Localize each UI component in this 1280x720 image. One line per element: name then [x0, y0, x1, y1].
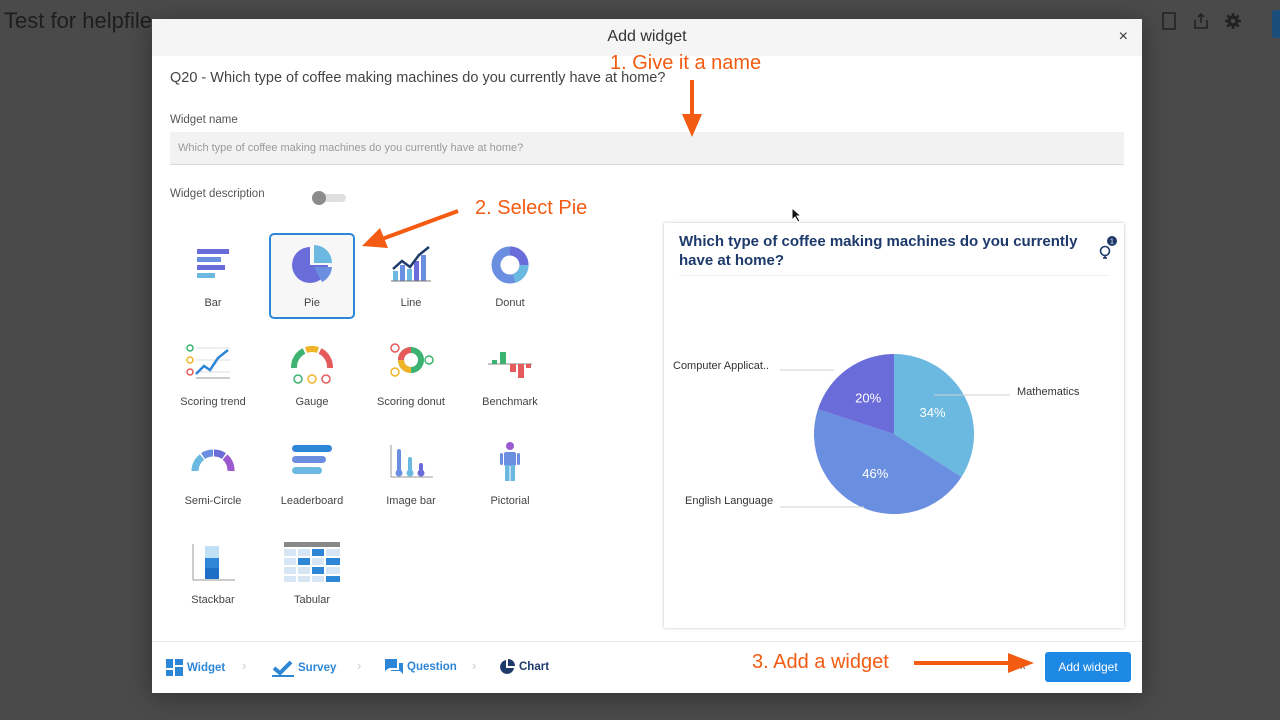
- widget-type-image-bar[interactable]: Image bar: [368, 431, 454, 517]
- chevron-right-icon: ›: [472, 658, 477, 673]
- widget-icon: [166, 659, 183, 676]
- close-icon[interactable]: ×: [1119, 28, 1128, 46]
- back-link[interactable]: k: [1020, 660, 1026, 672]
- widget-type-label: Gauge: [295, 396, 329, 408]
- annotation-step-2: 2. Select Pie: [475, 197, 588, 219]
- pie-slice-percent: 46%: [862, 466, 888, 481]
- widget-type-tabular[interactable]: Tabular: [269, 530, 355, 616]
- chart-icon: [500, 659, 515, 674]
- annotation-step-3: 3. Add a widget: [752, 651, 889, 673]
- widget-type-label: Bar: [204, 297, 222, 309]
- background-accent-tab: [1272, 10, 1280, 38]
- step-question[interactable]: Question: [385, 659, 457, 674]
- mouse-cursor-icon: [791, 207, 803, 223]
- widget-type-semi-circle[interactable]: Semi-Circle: [170, 431, 256, 517]
- widget-type-pie[interactable]: Pie: [269, 233, 355, 319]
- gauge-icon: [291, 345, 333, 384]
- pie-chart-icon: [292, 245, 332, 283]
- widget-type-benchmark[interactable]: Benchmark: [467, 332, 553, 418]
- widget-type-scoring-trend[interactable]: Scoring trend: [170, 332, 256, 418]
- chevron-right-icon: ›: [357, 658, 362, 673]
- question-text: Q20 - Which type of coffee making machin…: [170, 70, 666, 86]
- widget-type-label: Stackbar: [191, 594, 235, 606]
- background-toolbar: [1160, 12, 1242, 30]
- pie-chart: 34% Mathematics 46% English Language 20% Comp…: [673, 354, 1080, 514]
- widget-type-gauge[interactable]: Gauge: [269, 332, 355, 418]
- share-icon[interactable]: [1192, 12, 1210, 30]
- donut-chart-icon: [491, 246, 529, 284]
- gear-icon[interactable]: [1224, 12, 1242, 30]
- pie-slice-percent: 34%: [920, 405, 946, 420]
- background-page-title: Test for helpfile: [4, 8, 152, 33]
- scoring-trend-icon: [186, 344, 230, 379]
- add-widget-modal: Add widget × Q20 - Which type of coffee …: [152, 19, 1142, 693]
- widget-type-label: Benchmark: [482, 396, 538, 408]
- leaderboard-icon: [292, 445, 332, 474]
- widget-name-label: Widget name: [170, 114, 238, 126]
- benchmark-icon: [488, 352, 532, 378]
- pie-category-label: Computer Applicat..: [673, 360, 769, 372]
- step-label: Question: [407, 660, 457, 673]
- widget-type-label: Donut: [495, 297, 525, 309]
- step-label: Chart: [519, 661, 550, 673]
- add-widget-button[interactable]: Add widget: [1045, 652, 1131, 682]
- widget-type-stackbar[interactable]: Stackbar: [170, 530, 256, 616]
- stackbar-icon: [192, 544, 235, 581]
- semi-circle-icon: [191, 449, 235, 472]
- step-label: Survey: [298, 662, 337, 674]
- widget-type-label: Scoring donut: [377, 396, 445, 408]
- widget-type-bar[interactable]: Bar: [170, 233, 256, 319]
- widget-type-pictorial[interactable]: Pictorial: [467, 431, 553, 517]
- widget-name-input[interactable]: [170, 132, 1124, 165]
- widget-description-toggle[interactable]: [312, 191, 348, 205]
- widget-type-scoring-donut[interactable]: Scoring donut: [368, 332, 454, 418]
- survey-icon: [272, 660, 294, 677]
- pictorial-icon: [500, 442, 520, 481]
- widget-type-leaderboard[interactable]: Leaderboard: [269, 431, 355, 517]
- scoring-donut-icon: [390, 343, 434, 377]
- step-chart[interactable]: Chart: [499, 659, 549, 675]
- widget-type-label: Leaderboard: [280, 495, 344, 507]
- widget-type-label: Image bar: [386, 495, 436, 507]
- widget-type-label: Pictorial: [490, 495, 530, 507]
- step-label: Widget: [187, 661, 226, 674]
- chart-preview-panel: Which type of coffee making machines do …: [664, 223, 1124, 628]
- modal-footer: Widget › Survey › Question › Chart k Add…: [152, 641, 1142, 693]
- tabular-icon: [284, 542, 340, 582]
- widget-type-label: Tabular: [293, 594, 331, 606]
- modal-title: Add widget: [607, 28, 687, 45]
- widget-type-line[interactable]: Line: [368, 233, 454, 319]
- annotation-step-1: 1. Give it a name: [610, 52, 762, 74]
- widget-type-label: Line: [400, 297, 422, 309]
- widget-type-label: Semi-Circle: [184, 495, 242, 507]
- pie-category-label: English Language: [685, 495, 773, 507]
- widget-description-label: Widget description: [170, 188, 265, 200]
- pdf-icon[interactable]: [1160, 12, 1178, 30]
- bar-chart-icon: [197, 249, 229, 278]
- toggle-knob: [312, 191, 326, 205]
- step-widget[interactable]: Widget: [166, 659, 225, 676]
- widget-type-donut[interactable]: Donut: [467, 233, 553, 319]
- widget-type-label: Scoring trend: [180, 396, 246, 408]
- chevron-right-icon: ›: [242, 658, 247, 673]
- modal-header: Add widget ×: [152, 19, 1142, 56]
- question-icon: [385, 659, 403, 674]
- image-bar-icon: [390, 445, 433, 478]
- widget-type-label: Pie: [304, 297, 320, 309]
- pie-category-label: Mathematics: [1017, 386, 1080, 398]
- line-chart-icon: [391, 246, 431, 282]
- pie-slice-percent: 20%: [855, 390, 881, 405]
- step-survey[interactable]: Survey: [272, 659, 336, 677]
